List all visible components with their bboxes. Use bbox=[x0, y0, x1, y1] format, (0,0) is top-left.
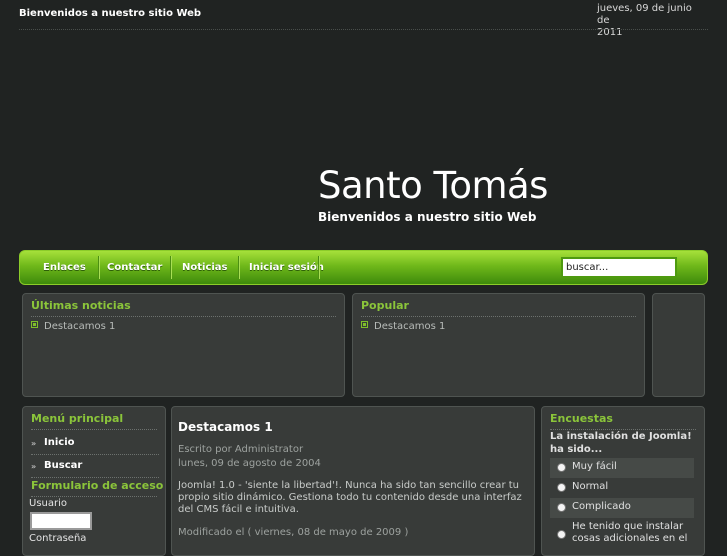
latest-news-panel: Últimas noticias Destacamos 1 bbox=[22, 293, 345, 397]
top-divider bbox=[19, 29, 708, 30]
poll-title: Encuestas bbox=[550, 412, 613, 425]
top-welcome-text: Bienvenidos a nuestro sitio Web bbox=[19, 8, 202, 19]
menu-item-buscar[interactable]: » Buscar bbox=[31, 458, 159, 478]
nav-separator bbox=[170, 256, 172, 279]
radio-button[interactable] bbox=[557, 483, 566, 492]
username-label: Usuario bbox=[29, 498, 68, 509]
article-date: lunes, 09 de agosto de 2004 bbox=[178, 458, 321, 469]
site-name[interactable]: Santo Tomás bbox=[318, 164, 548, 207]
radio-button[interactable] bbox=[557, 503, 566, 512]
poll-panel: Encuestas La instalación de Joomla! ha s… bbox=[541, 406, 705, 556]
panel-divider bbox=[31, 316, 336, 317]
menu-divider bbox=[31, 454, 159, 455]
popular-title: Popular bbox=[361, 299, 409, 312]
radio-button[interactable] bbox=[557, 463, 566, 472]
article-body: Joomla! 1.0 - 'siente la libertad'!. Nun… bbox=[178, 480, 522, 515]
left-sidebar: Menú principal » Inicio » Buscar Formula… bbox=[22, 406, 166, 556]
nav-separator bbox=[98, 256, 100, 279]
menu-arrow-icon: » bbox=[31, 462, 37, 471]
nav-item-contactar[interactable]: Contactar bbox=[107, 251, 162, 284]
menu-divider bbox=[31, 477, 159, 478]
popular-item[interactable]: Destacamos 1 bbox=[361, 321, 445, 332]
search-input[interactable] bbox=[561, 257, 677, 278]
panel-divider bbox=[31, 429, 157, 430]
article-modified: Modificado el ( viernes, 08 de mayo de 2… bbox=[178, 527, 409, 538]
poll-option[interactable]: Muy fácil bbox=[550, 458, 694, 478]
latest-news-item[interactable]: Destacamos 1 bbox=[31, 321, 115, 332]
main-navbar: Enlaces Contactar Noticias Iniciar sesió… bbox=[19, 250, 708, 285]
nav-separator bbox=[238, 256, 240, 279]
poll-option-label: Muy fácil bbox=[572, 461, 617, 472]
poll-option-label: He tenido que instalar cosas adicionales… bbox=[572, 521, 688, 544]
latest-news-title: Últimas noticias bbox=[31, 299, 131, 312]
nav-item-enlaces[interactable]: Enlaces bbox=[43, 251, 86, 284]
poll-option[interactable]: Complicado bbox=[550, 498, 694, 518]
nav-item-iniciar-sesion[interactable]: Iniciar sesión bbox=[249, 251, 324, 284]
empty-module-panel bbox=[652, 293, 705, 397]
menu-item-inicio[interactable]: » Inicio bbox=[31, 435, 159, 455]
poll-option[interactable]: Normal bbox=[550, 478, 694, 498]
popular-item-label: Destacamos 1 bbox=[374, 321, 446, 332]
date-line-1: jueves, 09 de junio de bbox=[597, 3, 692, 26]
menu-item-label: Inicio bbox=[44, 437, 75, 448]
menu-arrow-icon: » bbox=[31, 439, 37, 448]
main-menu-title: Menú principal bbox=[31, 412, 124, 425]
menu-item-label: Buscar bbox=[44, 460, 83, 471]
bullet-icon bbox=[361, 321, 368, 328]
latest-news-item-label: Destacamos 1 bbox=[44, 321, 116, 332]
poll-question: La instalación de Joomla! ha sido... bbox=[550, 431, 692, 455]
poll-option[interactable]: He tenido que instalar cosas adicionales… bbox=[550, 518, 694, 552]
password-label: Contraseña bbox=[29, 533, 87, 544]
site-slogan: Bienvenidos a nuestro sitio Web bbox=[318, 210, 537, 224]
article-title[interactable]: Destacamos 1 bbox=[178, 420, 273, 434]
poll-option-label: Normal bbox=[572, 481, 609, 492]
username-input[interactable] bbox=[30, 512, 92, 530]
poll-option-label: Complicado bbox=[572, 501, 631, 512]
login-form-title: Formulario de acceso bbox=[31, 479, 164, 492]
article-author: Escrito por Administrator bbox=[178, 444, 304, 455]
panel-divider bbox=[361, 316, 636, 317]
panel-divider bbox=[31, 496, 157, 497]
nav-item-noticias[interactable]: Noticias bbox=[182, 251, 228, 284]
nav-separator bbox=[318, 256, 320, 279]
article-panel: Destacamos 1 Escrito por Administrator l… bbox=[171, 406, 535, 556]
bullet-icon bbox=[31, 321, 38, 328]
radio-button[interactable] bbox=[557, 530, 566, 539]
current-date: jueves, 09 de junio de 2011 bbox=[597, 3, 707, 39]
popular-panel: Popular Destacamos 1 bbox=[352, 293, 645, 397]
